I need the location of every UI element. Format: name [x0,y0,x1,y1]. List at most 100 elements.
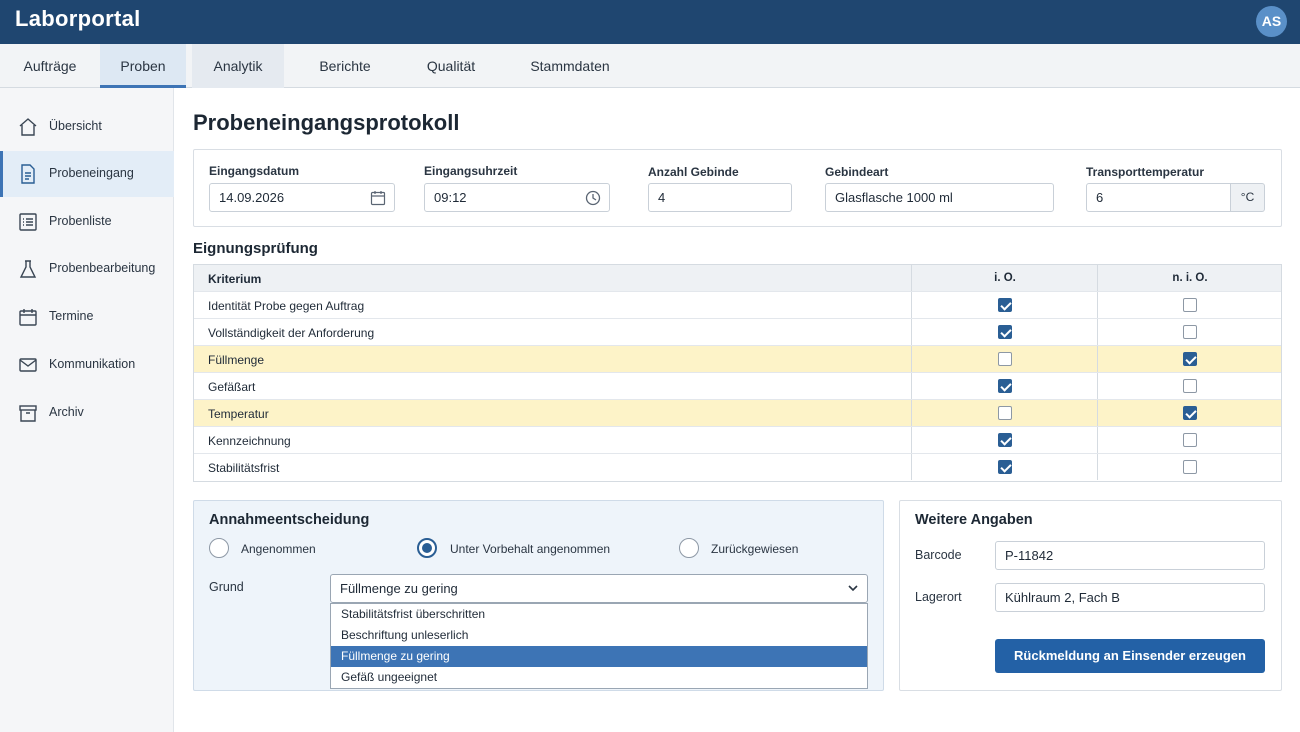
barcode-label: Barcode [915,548,962,562]
radio-accepted-label[interactable]: Angenommen [241,542,316,556]
sidebar-item-uebersicht[interactable]: Übersicht [0,104,174,150]
not-ok-checkbox[interactable] [1183,433,1197,447]
user-avatar[interactable]: AS [1256,6,1287,37]
sidebar-item-archiv[interactable]: Archiv [0,390,174,436]
sidebar-item-label: Probenliste [49,214,112,228]
container-type-field[interactable]: Glasflasche 1000 ml [825,183,1054,212]
criterion-label: Füllmenge [208,353,265,367]
calendar-icon[interactable] [370,190,386,206]
tab-berichte[interactable]: Berichte [300,44,390,88]
header-not-ok: n. i. O. [1097,265,1282,291]
reason-select[interactable]: Füllmenge zu gering [330,574,868,603]
date-label: Eingangsdatum [209,164,300,178]
container-type-label: Gebindeart [825,165,889,179]
mail-icon [19,358,37,372]
transport-temp-label: Transporttemperatur [1086,165,1205,179]
details-title: Weitere Angaben [915,512,1033,528]
reason-option[interactable]: Stabilitätsfrist überschritten [331,604,867,625]
sidebar-item-label: Probeneingang [49,166,134,180]
not-ok-checkbox[interactable] [1183,325,1197,339]
date-field[interactable]: 14.09.2026 [209,183,395,212]
location-label: Lagerort [915,590,962,604]
not-ok-checkbox[interactable] [1183,298,1197,312]
not-ok-checkbox[interactable] [1183,379,1197,393]
table-row: Gefäßart [194,373,1281,400]
tab-proben[interactable]: Proben [100,44,186,88]
criterion-label: Temperatur [208,407,269,421]
tab-stammdaten[interactable]: Stammdaten [514,44,626,88]
ok-checkbox[interactable] [998,298,1012,312]
not-ok-checkbox[interactable] [1183,460,1197,474]
barcode-value: P-11842 [1005,548,1054,563]
reason-option[interactable]: Beschriftung unleserlich [331,625,867,646]
sidebar-item-kommunikation[interactable]: Kommunikation [0,342,174,388]
ok-checkbox[interactable] [998,352,1012,366]
reason-dropdown: Stabilitätsfrist überschritten Beschrift… [330,603,868,689]
temp-unit: °C [1231,183,1265,212]
ok-checkbox[interactable] [998,325,1012,339]
sidebar-item-probeneingang[interactable]: Probeneingang [0,151,174,197]
not-ok-checkbox[interactable] [1183,352,1197,366]
location-field[interactable]: Kühlraum 2, Fach B [995,583,1265,612]
count-field[interactable]: 4 [648,183,792,212]
sidebar-item-termine[interactable]: Termine [0,294,174,340]
radio-conditional-label[interactable]: Unter Vorbehalt angenommen [450,542,610,556]
reason-option[interactable]: Gefäß ungeeignet [331,667,867,688]
sidebar-item-label: Übersicht [49,119,102,133]
tab-auftraege[interactable]: Aufträge [0,44,100,88]
document-icon [21,164,35,184]
date-value: 14.09.2026 [219,190,285,205]
archive-icon [19,405,37,422]
radio-rejected[interactable] [679,538,699,558]
location-value: Kühlraum 2, Fach B [1005,590,1120,605]
reason-label: Grund [209,580,244,594]
page-title: Probeneingangsprotokoll [193,110,460,135]
transport-temp-field[interactable]: 6 [1086,183,1231,212]
tab-analytik[interactable]: Analytik [192,44,284,88]
time-field[interactable]: 09:12 [424,183,610,212]
table-row: Identität Probe gegen Auftrag [194,292,1281,319]
table-header: Kriterium i. O. n. i. O. [194,265,1281,292]
ok-checkbox[interactable] [998,379,1012,393]
sidebar-item-label: Archiv [49,405,84,419]
criterion-label: Gefäßart [208,380,256,394]
clock-icon[interactable] [585,190,601,206]
reason-option-selected[interactable]: Füllmenge zu gering [331,646,867,667]
header-ok: i. O. [911,265,1098,291]
count-label: Anzahl Gebinde [648,165,739,179]
main-navigation: Aufträge Proben Analytik Berichte Qualit… [0,44,1300,88]
radio-rejected-label[interactable]: Zurückgewiesen [711,542,798,556]
suitability-title: Eignungsprüfung [193,240,318,257]
table-row: Stabilitätsfrist [194,454,1281,481]
header-criterion: Kriterium [208,272,262,286]
suitability-table: Kriterium i. O. n. i. O. Identität Probe… [193,264,1282,482]
not-ok-checkbox[interactable] [1183,406,1197,420]
sidebar: Übersicht Probeneingang Probenliste Prob… [0,88,174,732]
table-row: Füllmenge [194,346,1281,373]
radio-conditional[interactable] [417,538,437,558]
calendar-icon [19,309,37,326]
radio-accepted[interactable] [209,538,229,558]
sidebar-item-probenliste[interactable]: Probenliste [0,199,174,245]
home-icon [19,118,37,136]
chevron-down-icon[interactable] [847,582,859,594]
sidebar-item-probenbearbeitung[interactable]: Probenbearbeitung [0,246,174,292]
criterion-label: Identität Probe gegen Auftrag [208,299,365,313]
app-title: Laborportal [15,6,141,31]
generate-feedback-button[interactable]: Rückmeldung an Einsender erzeugen [995,639,1265,673]
ok-checkbox[interactable] [998,460,1012,474]
list-icon [19,213,37,231]
criterion-label: Vollständigkeit der Anforderung [208,326,375,340]
criterion-label: Kennzeichnung [208,434,291,448]
ok-checkbox[interactable] [998,406,1012,420]
sidebar-item-label: Probenbearbeitung [49,261,156,275]
tab-qualitaet[interactable]: Qualität [410,44,492,88]
ok-checkbox[interactable] [998,433,1012,447]
sidebar-item-label: Termine [49,309,94,323]
reason-value: Füllmenge zu gering [340,581,458,596]
barcode-field[interactable]: P-11842 [995,541,1265,570]
container-type-value: Glasflasche 1000 ml [835,190,953,205]
time-value: 09:12 [434,190,467,205]
table-row: Temperatur [194,400,1281,427]
time-label: Eingangsuhrzeit [424,164,518,178]
